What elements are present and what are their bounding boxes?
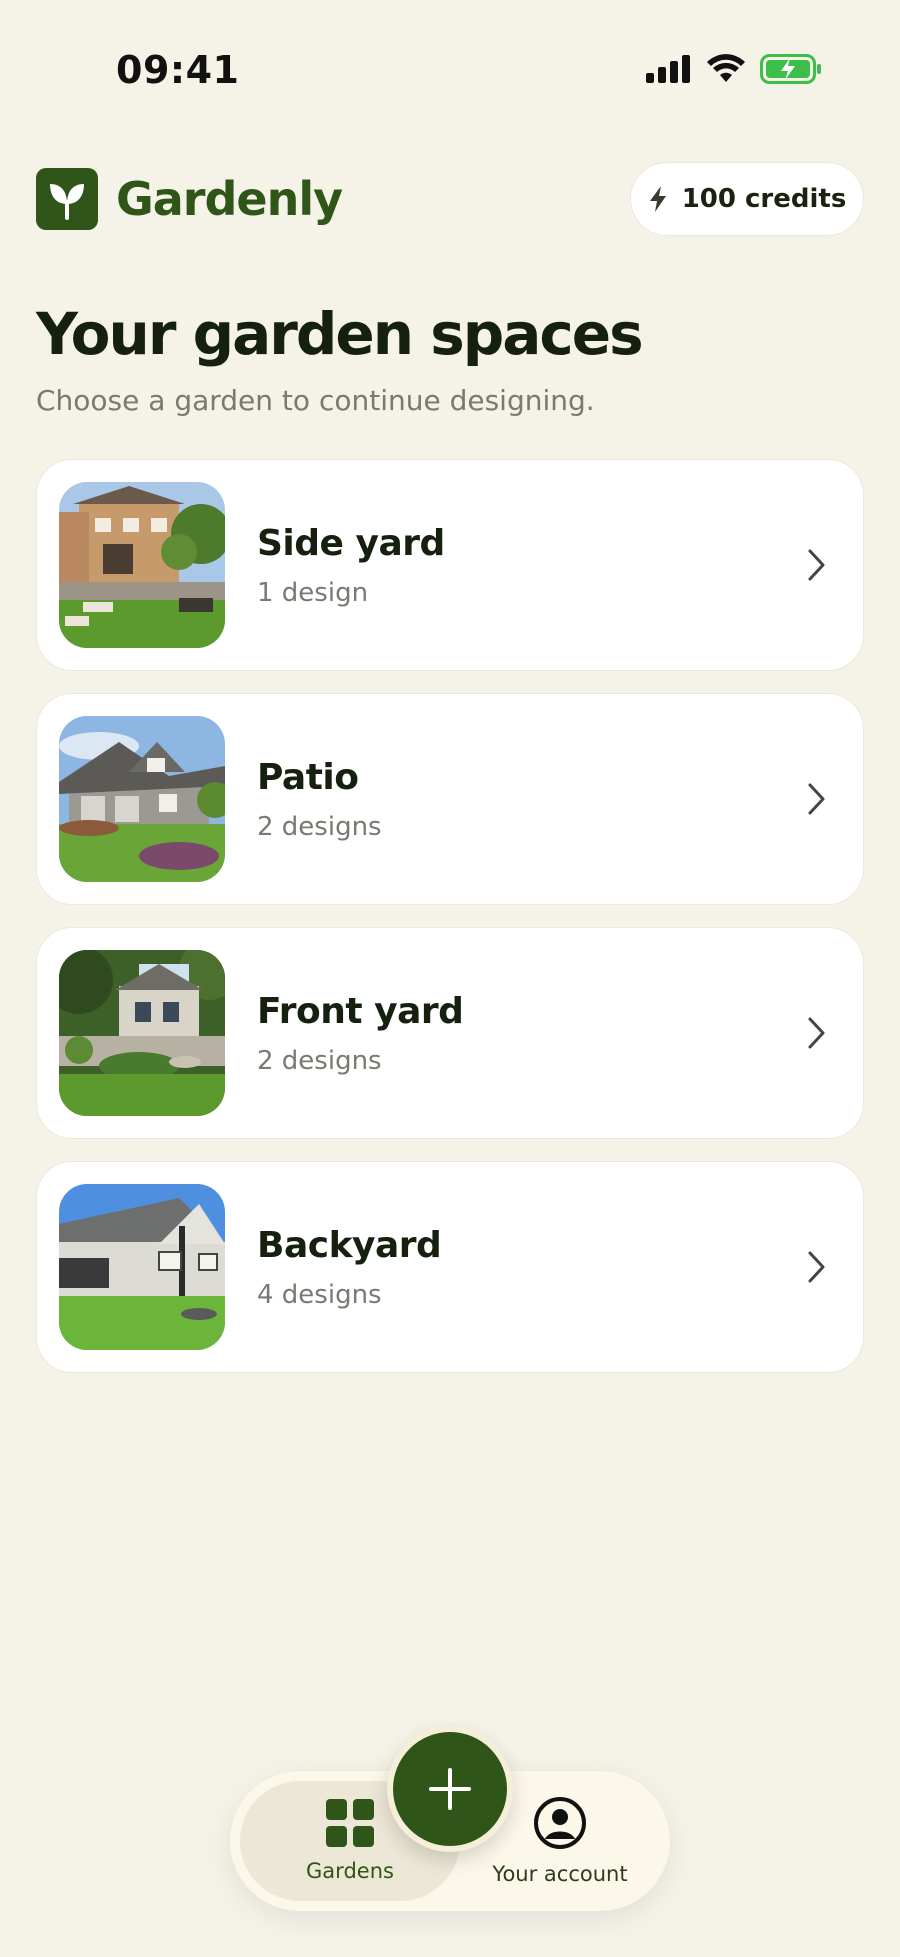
garden-design-count: 4 designs xyxy=(257,1279,382,1310)
grid-icon xyxy=(326,1799,374,1847)
garden-list: Side yard 1 design Patio 2 designs Front… xyxy=(36,459,864,1395)
page-title: Your garden spaces xyxy=(36,300,644,368)
page-subtitle: Choose a garden to continue designing. xyxy=(36,384,595,417)
credits-label: 100 credits xyxy=(681,184,847,214)
garden-design-count: 1 design xyxy=(257,577,369,608)
status-time: 09:41 xyxy=(116,48,240,92)
garden-thumbnail xyxy=(59,1184,225,1350)
brand-name: Gardenly xyxy=(116,172,343,226)
nav-label-gardens: Gardens xyxy=(306,1859,394,1883)
garden-design-count: 2 designs xyxy=(257,811,382,842)
garden-name: Front yard xyxy=(257,990,464,1032)
garden-design-count: 2 designs xyxy=(257,1045,382,1076)
brand: Gardenly xyxy=(36,168,343,230)
signal-icon xyxy=(646,55,690,83)
app-screen: 09:41 Gardenly 100 credits Your garden s… xyxy=(0,0,900,1957)
garden-name: Side yard xyxy=(257,522,445,564)
garden-card-patio[interactable]: Patio 2 designs xyxy=(36,693,864,905)
garden-thumbnail xyxy=(59,482,225,648)
user-circle-icon xyxy=(534,1797,586,1849)
plus-icon xyxy=(429,1768,471,1810)
add-garden-button[interactable] xyxy=(387,1726,513,1852)
garden-card-side-yard[interactable]: Side yard 1 design xyxy=(36,459,864,671)
garden-thumbnail xyxy=(59,716,225,882)
leaf-logo-icon xyxy=(36,168,98,230)
lightning-icon xyxy=(649,186,666,212)
chevron-right-icon xyxy=(808,549,825,581)
chevron-right-icon xyxy=(808,1017,825,1049)
chevron-right-icon xyxy=(808,1251,825,1283)
garden-thumbnail xyxy=(59,950,225,1116)
garden-card-backyard[interactable]: Backyard 4 designs xyxy=(36,1161,864,1373)
status-icons xyxy=(646,54,822,84)
credits-button[interactable]: 100 credits xyxy=(630,162,864,236)
wifi-icon xyxy=(707,54,745,82)
garden-card-front-yard[interactable]: Front yard 2 designs xyxy=(36,927,864,1139)
nav-label-account: Your account xyxy=(492,1862,628,1886)
battery-charging-icon xyxy=(760,54,821,84)
chevron-right-icon xyxy=(808,783,825,815)
garden-name: Backyard xyxy=(257,1224,442,1266)
garden-name: Patio xyxy=(257,756,359,798)
